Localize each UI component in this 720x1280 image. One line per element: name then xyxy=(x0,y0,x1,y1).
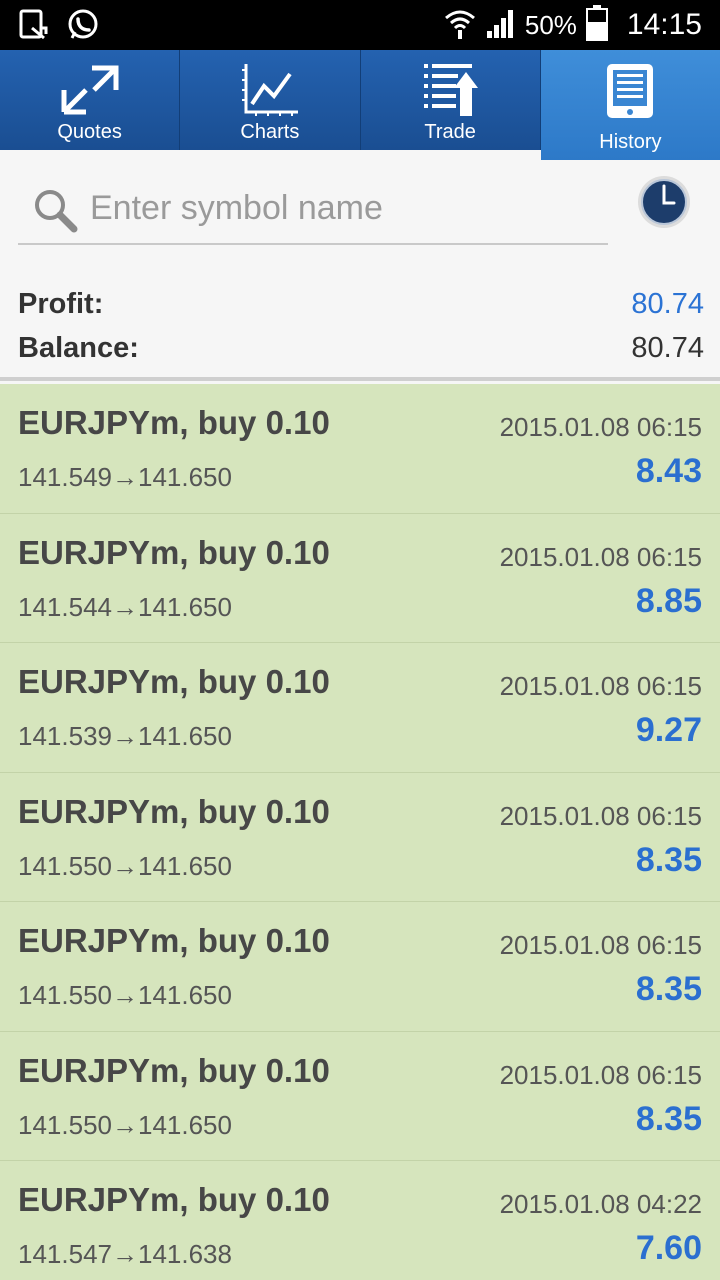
balance-row: Balance: 80.74 xyxy=(18,332,704,372)
tab-quotes[interactable]: Quotes xyxy=(0,50,181,150)
signal-icon xyxy=(485,7,517,44)
profit-value: 80.74 xyxy=(631,288,704,320)
deal-date: 2015.01.08 06:15 xyxy=(499,671,702,701)
tab-bar: Quotes Charts Trade History xyxy=(0,50,720,160)
deal-prices: 141.549→141.650 xyxy=(18,462,232,492)
clock-time: 14:15 xyxy=(626,8,702,41)
account-summary: Profit: 80.74 Balance: 80.74 xyxy=(0,280,720,380)
deal-title: EURJPYm, buy 0.10 xyxy=(18,792,330,830)
deal-profit: 7.60 xyxy=(635,1229,702,1267)
trade-list-icon xyxy=(420,62,480,123)
deal-profit: 9.27 xyxy=(635,711,702,749)
history-list[interactable]: EURJPYm, buy 0.10 2015.01.08 06:15 141.5… xyxy=(0,384,720,1280)
search-icon xyxy=(32,187,78,238)
tab-trade-label: Trade xyxy=(424,121,476,143)
balance-value: 80.74 xyxy=(631,332,704,364)
history-row[interactable]: EURJPYm, buy 0.10 2015.01.08 06:15 141.5… xyxy=(0,514,720,643)
history-row[interactable]: EURJPYm, buy 0.10 2015.01.08 06:15 141.5… xyxy=(0,902,720,1032)
deal-prices: 141.550→141.650 xyxy=(18,850,232,881)
battery-icon xyxy=(585,4,609,47)
deal-date: 2015.01.08 06:15 xyxy=(499,800,702,831)
deal-title: EURJPYm, buy 0.10 xyxy=(18,922,330,959)
history-row[interactable]: EURJPYm, buy 0.10 2015.01.08 06:15 141.5… xyxy=(0,773,720,902)
quotes-arrows-icon xyxy=(58,62,122,123)
deal-profit: 8.85 xyxy=(635,581,702,620)
history-period-button[interactable] xyxy=(636,174,692,230)
wifi-icon xyxy=(443,6,477,45)
chart-line-icon xyxy=(240,62,300,123)
deal-profit: 8.43 xyxy=(635,452,702,490)
profit-label: Profit: xyxy=(18,288,104,320)
status-bar: 50% 14:15 xyxy=(0,0,720,50)
deal-prices: 141.544→141.650 xyxy=(18,591,232,622)
balance-label: Balance: xyxy=(18,332,139,364)
tab-trade[interactable]: Trade xyxy=(360,50,541,150)
tab-history[interactable]: History xyxy=(540,50,720,160)
deal-title: EURJPYm, buy 0.10 xyxy=(18,404,330,441)
history-row[interactable]: EURJPYm, buy 0.10 2015.01.08 04:22 141.5… xyxy=(0,1161,720,1280)
whatsapp-icon xyxy=(66,8,100,47)
tab-charts-label: Charts xyxy=(240,121,300,143)
tab-quotes-label: Quotes xyxy=(57,121,122,143)
battery-percent: 50% xyxy=(524,9,577,40)
profit-row: Profit: 80.74 xyxy=(18,288,704,328)
deal-date: 2015.01.08 06:15 xyxy=(499,1059,702,1090)
summary-divider xyxy=(0,377,720,381)
history-row[interactable]: EURJPYm, buy 0.10 2015.01.08 06:15 141.5… xyxy=(0,1032,720,1161)
status-bar-left xyxy=(18,8,100,47)
deal-date: 2015.01.08 06:15 xyxy=(499,930,702,960)
history-tablet-icon xyxy=(604,62,656,125)
deal-title: EURJPYm, buy 0.10 xyxy=(18,663,330,700)
search-input[interactable] xyxy=(90,185,590,231)
deal-date: 2015.01.08 06:15 xyxy=(499,541,702,572)
deal-profit: 8.35 xyxy=(635,1099,702,1138)
deal-prices: 141.539→141.650 xyxy=(18,721,232,751)
notification-icon xyxy=(18,8,50,47)
deal-prices: 141.547→141.638 xyxy=(18,1239,232,1269)
deal-date: 2015.01.08 06:15 xyxy=(499,412,702,442)
history-row[interactable]: EURJPYm, buy 0.10 2015.01.08 06:15 141.5… xyxy=(0,643,720,773)
deal-prices: 141.550→141.650 xyxy=(18,1109,232,1140)
deal-title: EURJPYm, buy 0.10 xyxy=(18,533,330,571)
tab-history-label: History xyxy=(599,131,662,153)
tab-charts[interactable]: Charts xyxy=(180,50,361,150)
history-row[interactable]: EURJPYm, buy 0.10 2015.01.08 06:15 141.5… xyxy=(0,384,720,514)
deal-title: EURJPYm, buy 0.10 xyxy=(18,1181,330,1218)
deal-profit: 8.35 xyxy=(635,970,702,1008)
status-bar-right: 50% 14:15 xyxy=(443,0,702,50)
search-bar xyxy=(18,175,608,245)
clock-icon xyxy=(636,176,692,234)
deal-prices: 141.550→141.650 xyxy=(18,980,232,1010)
deal-profit: 8.35 xyxy=(635,840,702,879)
deal-title: EURJPYm, buy 0.10 xyxy=(18,1051,330,1089)
deal-date: 2015.01.08 04:22 xyxy=(499,1189,702,1219)
